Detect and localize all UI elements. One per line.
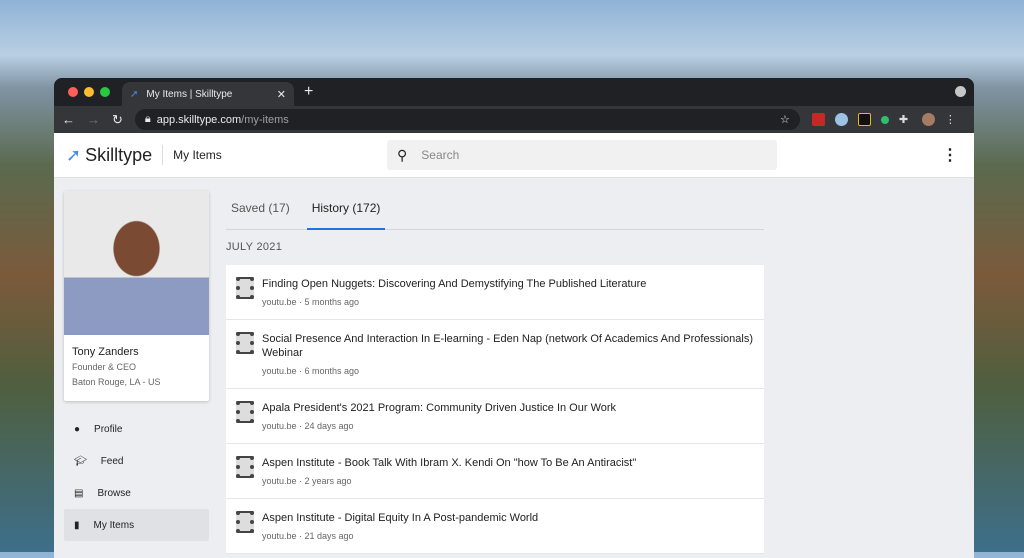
close-window-button[interactable]: [68, 87, 78, 97]
extension-icon[interactable]: [857, 113, 871, 126]
new-tab-button[interactable]: +: [304, 83, 313, 101]
sidebar-item-browse[interactable]: ▤ Browse: [64, 477, 209, 509]
bookmark-star-icon[interactable]: ☆: [780, 113, 790, 126]
url-path: /my-items: [241, 113, 289, 126]
month-heading: JULY 2021: [226, 241, 283, 253]
item-title[interactable]: Social Presence And Interaction In E-lea…: [262, 332, 754, 360]
minimize-window-button[interactable]: [84, 87, 94, 97]
app-header: ➚ Skilltype My Items ⚲ Search ⋮: [54, 133, 974, 178]
sidebar-item-my-items[interactable]: ▮ My Items: [64, 509, 209, 541]
list-item[interactable]: Aspen Institute - Digital Equity In A Po…: [226, 499, 764, 554]
graduation-cap-icon: 🎓︎: [74, 455, 87, 467]
extension-icon[interactable]: [834, 113, 848, 126]
logo-cursor-icon: ➚: [66, 144, 82, 165]
search-input[interactable]: ⚲ Search: [387, 140, 777, 170]
list-item[interactable]: Finding Open Nuggets: Discovering And De…: [226, 265, 764, 320]
tab-history[interactable]: History (172): [306, 198, 386, 230]
menu-icon[interactable]: ⋮: [945, 113, 958, 126]
video-icon: [236, 511, 254, 533]
tab-saved[interactable]: Saved (17): [226, 198, 295, 230]
video-icon: [236, 332, 254, 354]
app: ➚ Skilltype My Items ⚲ Search ⋮ Tony Zande…: [54, 133, 974, 558]
sidebar-item-profile[interactable]: ● Profile: [64, 413, 209, 445]
sidebar-nav: ● Profile 🎓︎ Feed ▤ Browse ▮ My Items: [64, 413, 209, 541]
profile-location: Baton Rouge, LA - US: [72, 377, 161, 387]
video-icon: [236, 401, 254, 423]
list-item[interactable]: Apala President's 2021 Program: Communit…: [226, 389, 764, 444]
profile-role: Founder & CEO: [72, 362, 137, 372]
search-placeholder: Search: [421, 148, 460, 162]
puzzle-icon[interactable]: ✚: [899, 113, 912, 126]
tab-bar: ➚ My Items | Skilltype ✕ +: [54, 78, 974, 106]
avatar[interactable]: [921, 113, 935, 126]
brand-name: Skilltype: [85, 144, 153, 165]
browser-tab[interactable]: ➚ My Items | Skilltype ✕: [122, 82, 294, 106]
extension-icon[interactable]: [811, 113, 825, 126]
bookmark-icon: ▮: [74, 519, 80, 531]
item-title[interactable]: Aspen Institute - Book Talk With Ibram X…: [262, 456, 636, 470]
item-title[interactable]: Apala President's 2021 Program: Communit…: [262, 401, 616, 415]
forward-icon[interactable]: →: [87, 112, 100, 127]
item-meta: youtu.be · 2 years ago: [262, 476, 352, 486]
person-icon: ●: [74, 423, 81, 435]
tabs: Saved (17) History (172): [226, 198, 764, 230]
address-bar-row: ← → ↻ 🔒︎ app.skilltype.com/my-items ☆ ✚ …: [54, 106, 974, 133]
video-icon: [236, 277, 254, 299]
url-input[interactable]: 🔒︎ app.skilltype.com/my-items ☆: [134, 109, 800, 130]
search-icon: ⚲: [397, 146, 408, 163]
extension-icon[interactable]: [880, 115, 889, 124]
item-meta: youtu.be · 21 days ago: [262, 531, 354, 541]
history-list: Finding Open Nuggets: Discovering And De…: [226, 265, 764, 554]
favicon-icon: ➚: [130, 88, 139, 100]
logo[interactable]: ➚ Skilltype: [66, 145, 152, 166]
item-title[interactable]: Aspen Institute - Digital Equity In A Po…: [262, 511, 538, 525]
back-icon[interactable]: ←: [62, 112, 75, 127]
tab-search-button[interactable]: [955, 86, 966, 97]
reload-icon[interactable]: ↻: [112, 112, 123, 128]
profile-name: Tony Zanders: [72, 346, 139, 358]
item-title[interactable]: Finding Open Nuggets: Discovering And De…: [262, 277, 646, 291]
list-item[interactable]: Social Presence And Interaction In E-lea…: [226, 320, 764, 389]
profile-card: Tony Zanders Founder & CEO Baton Rouge, …: [64, 191, 209, 401]
close-tab-icon[interactable]: ✕: [277, 88, 286, 101]
item-meta: youtu.be · 5 months ago: [262, 297, 360, 307]
profile-photo: [64, 191, 209, 335]
video-icon: [236, 456, 254, 478]
item-meta: youtu.be · 24 days ago: [262, 421, 354, 431]
browser-window: ➚ My Items | Skilltype ✕ + ← → ↻ 🔒︎ app.…: [54, 78, 974, 558]
more-menu-icon[interactable]: ⋮: [942, 145, 958, 165]
maximize-window-button[interactable]: [100, 87, 110, 97]
browse-icon: ▤: [74, 487, 84, 499]
tab-title: My Items | Skilltype: [146, 88, 233, 100]
lock-icon: 🔒︎: [144, 113, 151, 125]
sidebar-item-feed[interactable]: 🎓︎ Feed: [64, 445, 209, 477]
url-host: app.skilltype.com: [156, 113, 242, 126]
page-title: My Items: [173, 148, 222, 162]
item-meta: youtu.be · 6 months ago: [262, 366, 360, 376]
list-item[interactable]: Aspen Institute - Book Talk With Ibram X…: [226, 444, 764, 499]
